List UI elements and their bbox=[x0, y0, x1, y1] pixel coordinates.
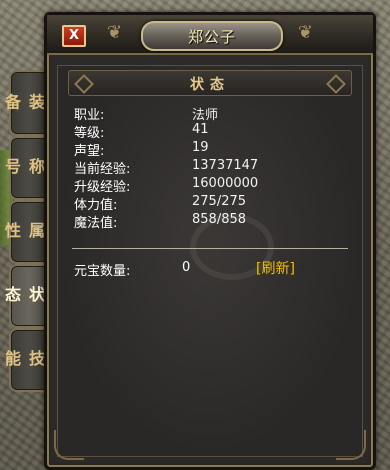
corner-ornament bbox=[54, 430, 84, 460]
character-window: X ❦ ❦ 郑公子 状态 职业: 法师 等级: 41 声望: 19 当前经验: … bbox=[44, 12, 376, 470]
section-header: 状态 bbox=[68, 70, 352, 96]
stat-value: 16000000 bbox=[192, 176, 259, 191]
ornament-right-icon: ❦ bbox=[297, 22, 313, 43]
stat-value: 13737147 bbox=[192, 158, 259, 173]
stat-label: 等级: bbox=[74, 126, 105, 141]
yuanbao-label: 元宝数量: bbox=[74, 264, 131, 279]
tab-label: 装备 bbox=[2, 93, 45, 113]
window-title: 郑公子 bbox=[187, 28, 236, 46]
title-bar[interactable]: X ❦ ❦ 郑公子 bbox=[47, 15, 373, 55]
tab-attributes[interactable]: 属性 bbox=[2, 200, 47, 264]
title-plate: 郑公子 bbox=[141, 21, 283, 51]
stat-label: 体力值: bbox=[74, 198, 118, 213]
stat-value: 法师 bbox=[192, 108, 219, 123]
tab-label: 属性 bbox=[2, 222, 45, 242]
status-panel: 状态 职业: 法师 等级: 41 声望: 19 当前经验: 13737147 升… bbox=[54, 65, 366, 460]
stat-value: 275/275 bbox=[192, 194, 247, 209]
ornament-left-icon: ❦ bbox=[107, 22, 123, 43]
stat-value: 41 bbox=[192, 122, 209, 137]
tab-label: 称号 bbox=[2, 158, 45, 178]
yuanbao-value: 0 bbox=[182, 260, 191, 275]
tab-label: 状态 bbox=[2, 286, 45, 306]
stat-label: 声望: bbox=[74, 144, 105, 159]
tab-titles[interactable]: 称号 bbox=[2, 136, 47, 200]
tab-label: 技能 bbox=[2, 350, 45, 370]
tab-equipment[interactable]: 装备 bbox=[2, 70, 47, 136]
close-button[interactable]: X bbox=[62, 25, 86, 47]
stat-label: 当前经验: bbox=[74, 162, 131, 177]
divider bbox=[72, 248, 348, 249]
stat-label: 魔法值: bbox=[74, 216, 118, 231]
tab-skills[interactable]: 技能 bbox=[2, 328, 47, 392]
refresh-button[interactable]: [刷新] bbox=[256, 258, 295, 278]
tab-status[interactable]: 状态 bbox=[2, 264, 47, 328]
section-title: 状态 bbox=[190, 77, 230, 93]
stat-label: 升级经验: bbox=[74, 180, 131, 195]
corner-ornament bbox=[336, 430, 366, 460]
stat-value: 858/858 bbox=[192, 212, 247, 227]
stat-label: 职业: bbox=[74, 108, 105, 123]
stat-value: 19 bbox=[192, 140, 209, 155]
